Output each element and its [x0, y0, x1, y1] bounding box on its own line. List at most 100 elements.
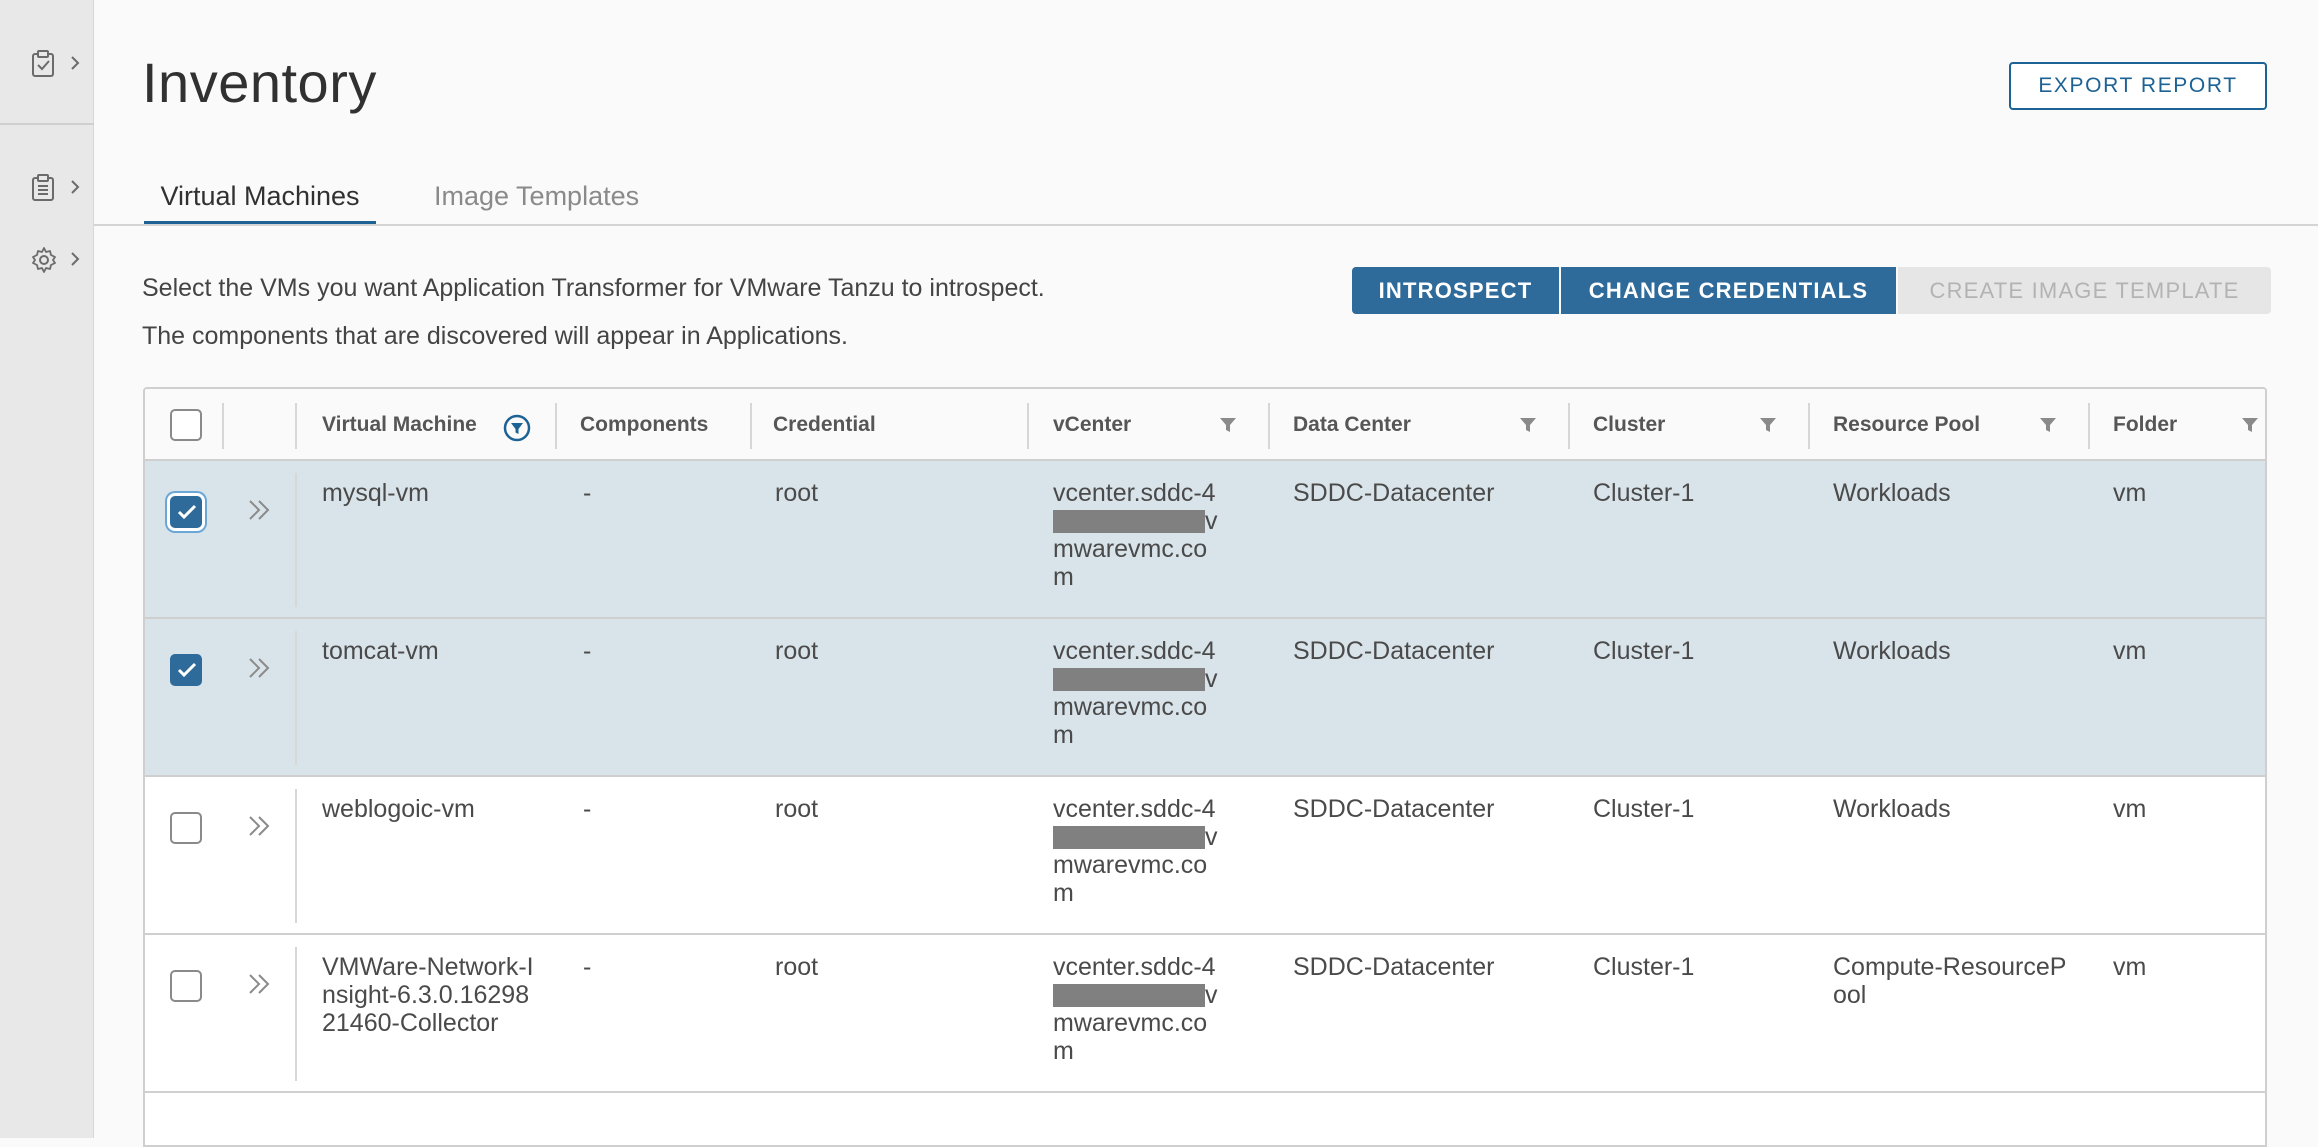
column-header-components[interactable]: Components [580, 389, 708, 461]
column-header-resource-pool[interactable]: Resource Pool [1833, 389, 1980, 461]
cell-cluster: Cluster-1 [1593, 795, 1695, 823]
column-header-credential[interactable]: Credential [773, 389, 876, 461]
gear-icon [32, 247, 56, 273]
tab-image-templates[interactable]: Image Templates [434, 176, 639, 226]
side-nav [0, 0, 94, 1138]
column-separator [295, 789, 297, 923]
cell-cluster: Cluster-1 [1593, 953, 1695, 981]
clipboard-list-icon [32, 174, 54, 201]
cell-components: - [583, 479, 592, 507]
nav-divider [0, 123, 94, 125]
tabs-divider [94, 224, 2318, 226]
column-separator [295, 403, 297, 449]
row-checkbox[interactable] [170, 654, 202, 686]
filter-icon[interactable] [1219, 416, 1237, 434]
redacted-text [1053, 826, 1205, 849]
description-line-2: The components that are discovered will … [142, 322, 848, 350]
create-image-template-button: CREATE IMAGE TEMPLATE [1898, 267, 2271, 314]
column-separator [1268, 403, 1270, 449]
cell-data-center: SDDC-Datacenter [1293, 953, 1495, 981]
table-row[interactable]: mysql-vm - root vcenter.sddc-4 v mwarevm… [145, 461, 2265, 619]
cell-components: - [583, 953, 592, 981]
cell-virtual-machine: VMWare-Network-Insight-6.3.0.1629821460-… [322, 953, 534, 1037]
column-header-virtual-machine[interactable]: Virtual Machine [322, 389, 477, 461]
cell-resource-pool: Compute-ResourcePool [1833, 953, 2067, 1009]
row-checkbox[interactable] [170, 812, 202, 844]
row-checkbox[interactable] [170, 970, 202, 1002]
column-separator [295, 947, 297, 1081]
column-separator [2088, 403, 2090, 449]
redacted-text [1053, 984, 1205, 1007]
cell-virtual-machine: weblogoic-vm [322, 795, 475, 823]
filter-icon[interactable] [2039, 416, 2057, 434]
cell-credential: root [775, 795, 819, 823]
redacted-text [1053, 668, 1205, 691]
column-separator [295, 473, 297, 607]
expand-row-icon[interactable] [247, 657, 273, 679]
nav-item-settings[interactable] [0, 234, 94, 284]
cell-virtual-machine: tomcat-vm [322, 637, 439, 665]
expand-row-icon[interactable] [247, 499, 273, 521]
select-all-checkbox[interactable] [170, 409, 202, 441]
column-separator [295, 631, 297, 765]
datagrid-header: Virtual Machine Components Credential vC… [145, 389, 2265, 461]
table-row[interactable]: tomcat-vm - root vcenter.sddc-4 v mwarev… [145, 619, 2265, 777]
redacted-text [1053, 510, 1205, 533]
cell-resource-pool: Workloads [1833, 637, 1951, 665]
cell-vcenter: vcenter.sddc-4 v mwarevmc.co m [1053, 637, 1218, 749]
checkmark-icon [177, 504, 197, 520]
tab-virtual-machines[interactable]: Virtual Machines [144, 176, 376, 226]
cell-vcenter: vcenter.sddc-4 v mwarevmc.co m [1053, 953, 1218, 1065]
cell-folder: vm [2113, 953, 2147, 981]
introspect-button[interactable]: INTROSPECT [1352, 267, 1559, 314]
cell-credential: root [775, 637, 819, 665]
page-title: Inventory [142, 51, 377, 114]
filter-active-icon[interactable] [503, 414, 531, 442]
nav-item-assessment[interactable] [0, 38, 94, 88]
column-separator [555, 403, 557, 449]
column-separator [1808, 403, 1810, 449]
column-header-folder[interactable]: Folder [2113, 389, 2177, 461]
cell-vcenter: vcenter.sddc-4 v mwarevmc.co m [1053, 795, 1218, 907]
column-separator [222, 403, 224, 449]
expand-row-icon[interactable] [247, 815, 273, 837]
cell-components: - [583, 637, 592, 665]
expand-row-icon[interactable] [247, 973, 273, 995]
column-separator [750, 403, 752, 449]
column-header-vcenter[interactable]: vCenter [1053, 389, 1131, 461]
column-separator [1568, 403, 1570, 449]
cell-resource-pool: Workloads [1833, 479, 1951, 507]
chevron-right-icon [71, 180, 80, 194]
column-header-cluster[interactable]: Cluster [1593, 389, 1665, 461]
cell-folder: vm [2113, 479, 2147, 507]
clipboard-check-icon [32, 50, 54, 77]
vm-datagrid: Virtual Machine Components Credential vC… [143, 387, 2267, 1147]
cell-vcenter: vcenter.sddc-4 v mwarevmc.co m [1053, 479, 1218, 591]
checkmark-icon [177, 662, 197, 678]
table-row[interactable]: VMWare-Network-Insight-6.3.0.1629821460-… [145, 935, 2265, 1093]
cell-cluster: Cluster-1 [1593, 479, 1695, 507]
chevron-right-icon [71, 56, 80, 70]
filter-icon[interactable] [1759, 416, 1777, 434]
cell-virtual-machine: mysql-vm [322, 479, 429, 507]
cell-credential: root [775, 953, 819, 981]
table-row[interactable]: weblogoic-vm - root vcenter.sddc-4 v mwa… [145, 777, 2265, 935]
column-header-data-center[interactable]: Data Center [1293, 389, 1411, 461]
row-checkbox[interactable] [170, 496, 202, 528]
cell-components: - [583, 795, 592, 823]
chevron-right-icon [71, 252, 80, 266]
cell-data-center: SDDC-Datacenter [1293, 479, 1495, 507]
cell-resource-pool: Workloads [1833, 795, 1951, 823]
cell-data-center: SDDC-Datacenter [1293, 637, 1495, 665]
cell-folder: vm [2113, 637, 2147, 665]
change-credentials-button[interactable]: CHANGE CREDENTIALS [1561, 267, 1896, 314]
action-button-group: INTROSPECT CHANGE CREDENTIALS CREATE IMA… [1352, 267, 2271, 314]
cell-credential: root [775, 479, 819, 507]
export-report-button[interactable]: EXPORT REPORT [2009, 62, 2267, 110]
column-separator [1027, 403, 1029, 449]
filter-icon[interactable] [2241, 416, 2259, 434]
filter-icon[interactable] [1519, 416, 1537, 434]
cell-cluster: Cluster-1 [1593, 637, 1695, 665]
cell-data-center: SDDC-Datacenter [1293, 795, 1495, 823]
nav-item-inventory[interactable] [0, 162, 94, 212]
